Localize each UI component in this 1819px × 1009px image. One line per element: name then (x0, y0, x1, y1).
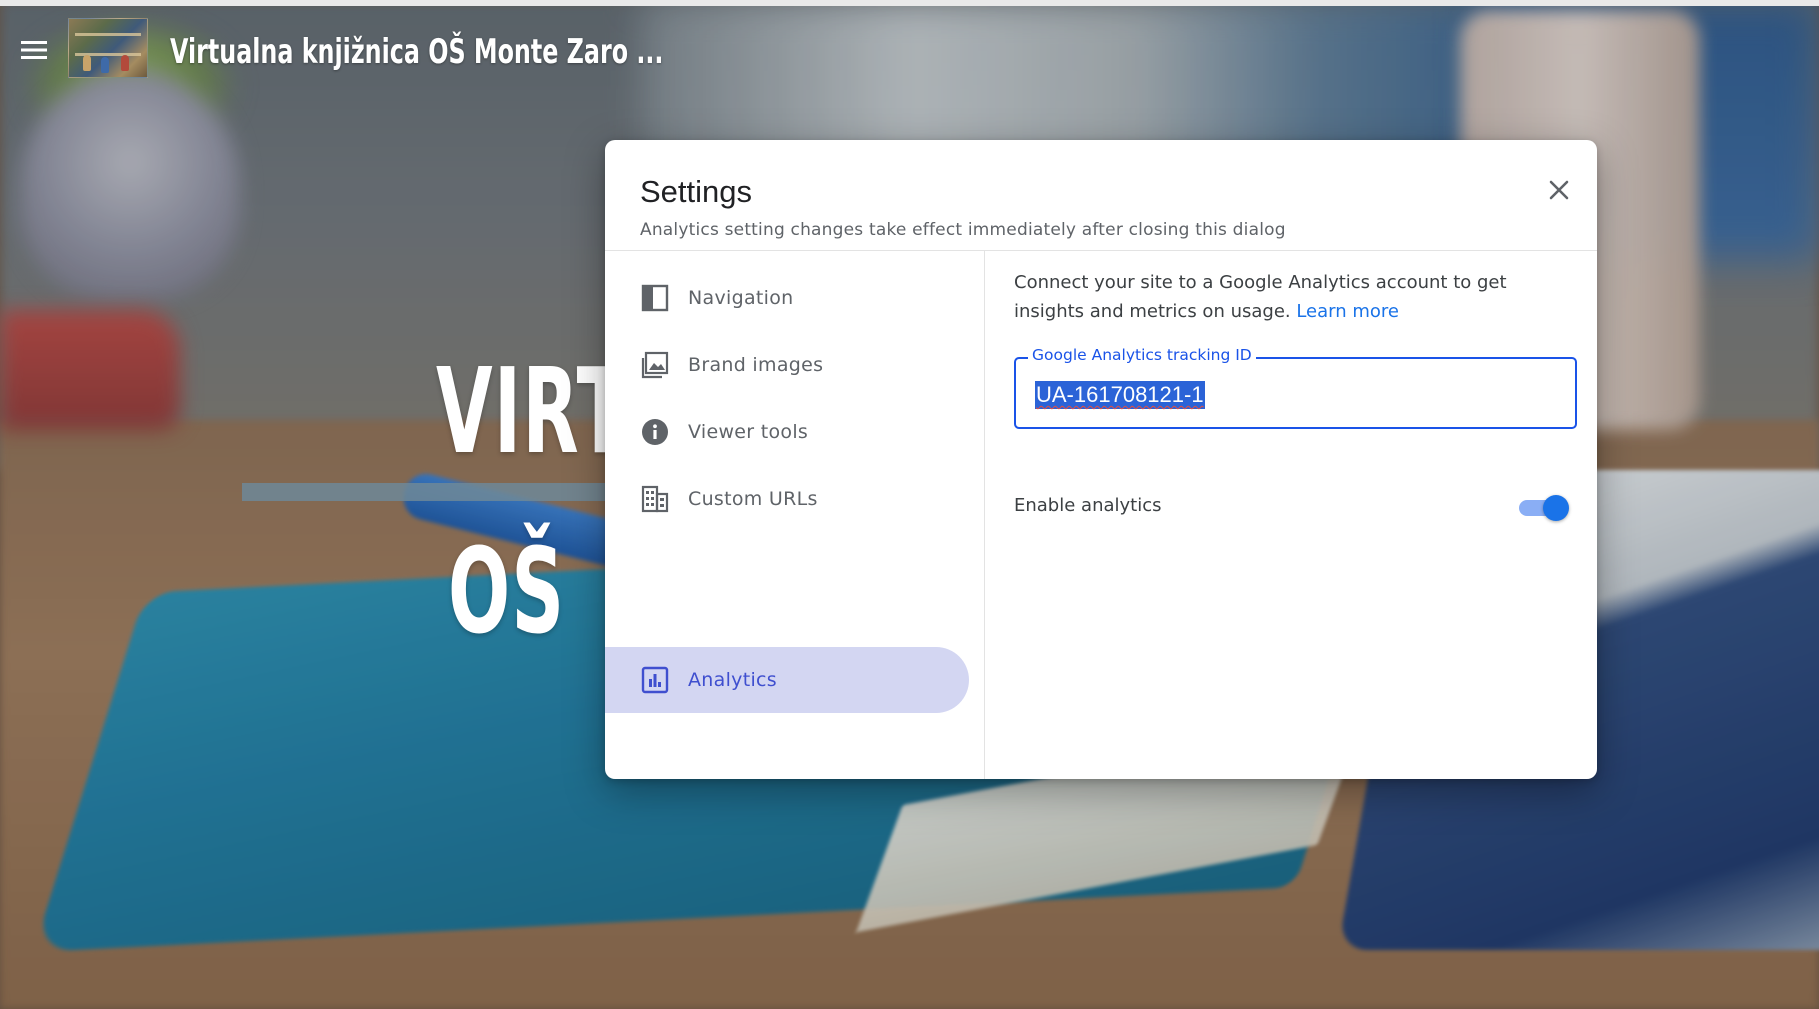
dialog-title: Settings (640, 174, 753, 209)
sidebar-item-label: Brand images (688, 354, 824, 376)
sidebar-item-navigation[interactable]: Navigation (605, 265, 969, 331)
dialog-header: Settings Analytics setting changes take … (605, 140, 1597, 251)
tracking-id-field[interactable]: Google Analytics tracking ID UA-16170812… (1014, 346, 1577, 429)
hero-title-line1: VIRT (436, 342, 628, 480)
site-header: Virtualna knjižnica OŠ Monte Zaro ... (0, 6, 1819, 92)
sidebar-item-custom-urls[interactable]: Custom URLs (605, 466, 969, 532)
dialog-subtitle: Analytics setting changes take effect im… (640, 220, 1286, 240)
sidebar-item-brand-images[interactable]: Brand images (605, 332, 969, 398)
description-text: Connect your site to a Google Analytics … (1014, 272, 1507, 322)
settings-sidebar: Navigation Brand images Viewer tools Cus… (605, 251, 985, 779)
toggle-thumb (1543, 495, 1569, 521)
analytics-settings-panel: Connect your site to a Google Analytics … (985, 251, 1597, 779)
hero-divider-bar (242, 483, 622, 501)
enable-analytics-row: Enable analytics (1014, 487, 1577, 527)
image-icon (641, 351, 669, 379)
hero-title-line2: OŠ (448, 522, 566, 660)
building-icon (641, 485, 669, 513)
sidebar-item-label: Custom URLs (688, 488, 818, 510)
sidebar-item-label: Viewer tools (688, 421, 809, 443)
close-icon (1549, 180, 1569, 200)
analytics-description: Connect your site to a Google Analytics … (1014, 268, 1554, 326)
settings-dialog: Settings Analytics setting changes take … (605, 140, 1597, 779)
site-logo[interactable] (68, 18, 148, 78)
tracking-id-label: Google Analytics tracking ID (1028, 346, 1256, 364)
close-button[interactable] (1539, 170, 1579, 210)
info-icon (641, 418, 669, 446)
page: VIRT OŠ Virtualna knjižnica OŠ Monte Zar… (0, 0, 1819, 1009)
sidebar-item-label: Analytics (688, 669, 777, 691)
navigation-layout-icon (641, 284, 669, 312)
enable-analytics-label: Enable analytics (1014, 495, 1162, 516)
sidebar-item-label: Navigation (688, 287, 794, 309)
enable-analytics-toggle[interactable] (1517, 492, 1573, 522)
sidebar-item-analytics[interactable]: Analytics (605, 647, 969, 713)
learn-more-link[interactable]: Learn more (1296, 301, 1399, 322)
analytics-chart-icon (641, 666, 669, 694)
hamburger-menu-icon[interactable] (14, 30, 54, 70)
sidebar-item-viewer-tools[interactable]: Viewer tools (605, 399, 969, 465)
site-title[interactable]: Virtualna knjižnica OŠ Monte Zaro ... (170, 32, 663, 72)
